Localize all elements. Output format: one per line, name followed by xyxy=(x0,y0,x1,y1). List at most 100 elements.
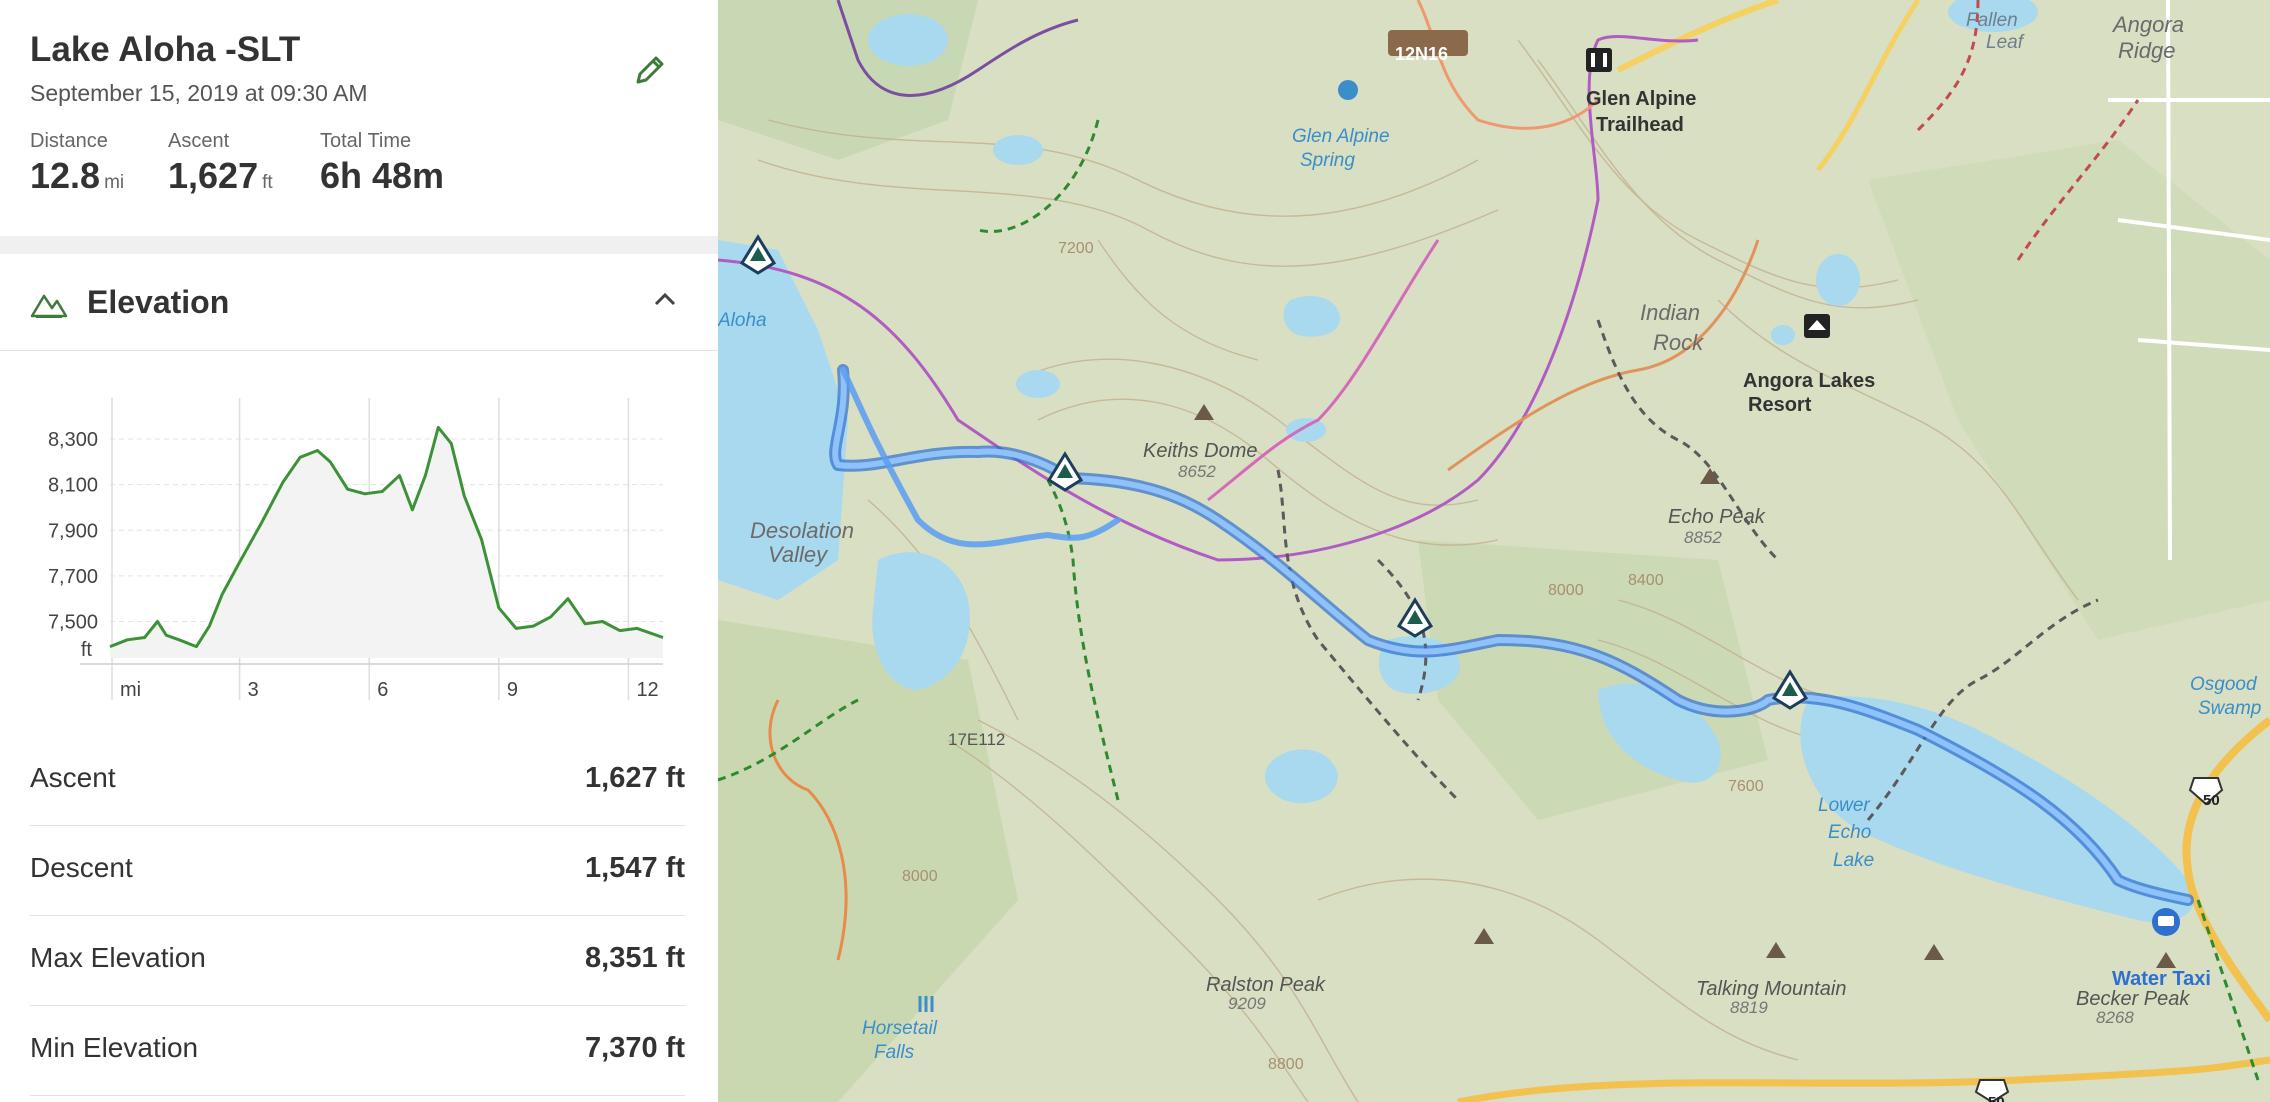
water-label: Lake xyxy=(1833,850,1875,871)
y-tick-label: 8,300 xyxy=(48,429,98,451)
stat-label: Total Time xyxy=(320,130,412,152)
activity-title: Lake Aloha -SLT xyxy=(30,30,301,69)
place-label: 8852 xyxy=(1684,528,1722,547)
stat-value: 6h 48m xyxy=(320,155,445,196)
place-label: 8652 xyxy=(1178,462,1216,481)
stat-label: Distance xyxy=(30,130,108,152)
place-label: Glen Alpine xyxy=(1586,88,1697,110)
stat-value: 12.8 xyxy=(30,155,101,196)
place-label: Rock xyxy=(1653,330,1704,355)
water-label: Spring xyxy=(1300,150,1355,171)
y-tick-label: 8,100 xyxy=(48,475,98,497)
resort-icon xyxy=(1804,314,1830,338)
edit-button[interactable] xyxy=(630,50,670,90)
y-tick-label: 7,700 xyxy=(48,566,98,588)
water-taxi-icon xyxy=(2152,908,2180,936)
water-label: Aloha xyxy=(718,310,767,331)
route-shield-label: 12N16 xyxy=(1395,44,1449,64)
summary-value: 1,627 ft xyxy=(585,762,685,794)
contour-label: 8800 xyxy=(1268,1056,1304,1073)
place-label: Desolation xyxy=(750,518,854,543)
peak-label: Talking Mountain xyxy=(1696,978,1847,1000)
summary-label: Descent xyxy=(30,852,133,883)
place-label: Ridge xyxy=(2118,38,2176,63)
peak-label: Keiths Dome xyxy=(1143,440,1258,462)
place-label: 8268 xyxy=(2096,1008,2134,1027)
summary-row-ascent: Ascent 1,627 ft xyxy=(30,736,685,826)
lake xyxy=(1771,325,1795,345)
lake xyxy=(868,14,948,66)
contour-label: 7200 xyxy=(1058,240,1094,257)
y-tick-label: 7,500 xyxy=(48,612,98,634)
water-label: Falls xyxy=(874,1042,915,1063)
topo-map[interactable]: Fallen Leaf Angora Ridge 12N16 Glen Alpine Spr… xyxy=(718,0,2270,1102)
route-shield-label: 50 xyxy=(2203,792,2220,809)
lake xyxy=(742,461,770,479)
contour-label: 8000 xyxy=(1548,582,1584,599)
place-label: Trailhead xyxy=(1596,114,1684,136)
x-tick-label: 6 xyxy=(377,679,388,701)
water-label: Osgood xyxy=(2190,674,2257,695)
lake xyxy=(993,135,1043,165)
summary-label: Min Elevation xyxy=(30,1032,199,1063)
place-label: Leaf xyxy=(1986,32,2023,53)
contour-label: 8400 xyxy=(1628,572,1664,589)
stat-label: Ascent xyxy=(168,130,230,152)
water-label: Glen Alpine xyxy=(1292,126,1390,147)
summary-row-descent: Descent 1,547 ft xyxy=(30,826,685,916)
x-tick-label: mi xyxy=(120,679,141,701)
y-tick-label: 7,900 xyxy=(48,520,98,542)
water-label: Horsetail xyxy=(862,1018,937,1039)
water-label: Swamp xyxy=(2198,698,2262,719)
route-shield-label: 50 xyxy=(1988,1094,2005,1102)
summary-value: 1,547 ft xyxy=(585,852,685,884)
activity-sidebar: Lake Aloha -SLT September 15, 2019 at 09… xyxy=(0,0,719,1102)
chevron-up-icon[interactable] xyxy=(652,286,678,312)
place-label: Indian xyxy=(1640,300,1700,325)
lake xyxy=(1016,370,1060,398)
section-title: Elevation xyxy=(87,284,230,320)
trailhead-icon xyxy=(1586,48,1612,72)
x-tick-label: 3 xyxy=(248,679,259,701)
stat-unit: mi xyxy=(104,172,125,193)
x-tick-label: 12 xyxy=(636,679,658,701)
stat-distance: Distance 12.8 mi xyxy=(30,130,124,197)
peak-label: Echo Peak xyxy=(1668,506,1765,528)
place-label: 8819 xyxy=(1730,998,1768,1017)
summary-row-min-elevation: Min Elevation 7,370 ft xyxy=(30,1006,685,1096)
elevation-chart: 8,300 8,100 7,900 7,700 7,500 mi 3 6 9 12 ft xyxy=(48,398,664,701)
place-label: Valley xyxy=(768,542,828,567)
place-label: Resort xyxy=(1748,394,1812,416)
stat-total-time: Total Time 6h 48m xyxy=(320,130,448,197)
section-divider xyxy=(0,236,718,254)
summary-value: 8,351 ft xyxy=(585,942,685,974)
elevation-section-header[interactable]: Elevation xyxy=(0,254,718,351)
mountain-icon xyxy=(30,294,68,318)
water-label: Echo xyxy=(1828,822,1872,843)
spring-icon xyxy=(1338,80,1358,100)
summary-label: Max Elevation xyxy=(30,942,206,973)
y-unit-label: ft xyxy=(81,639,93,661)
activity-header: Lake Aloha -SLT September 15, 2019 at 09… xyxy=(0,0,718,236)
summary-row-max-elevation: Max Elevation 8,351 ft xyxy=(30,916,685,1006)
lake xyxy=(1286,418,1326,442)
summary-value: 7,370 ft xyxy=(585,1032,685,1064)
pencil-icon xyxy=(636,56,664,84)
stat-value: 1,627 xyxy=(168,155,259,196)
place-label: Angora xyxy=(2113,12,2184,37)
place-label: 9209 xyxy=(1228,994,1266,1013)
contour-label: 8000 xyxy=(902,868,938,885)
water-label: Lower xyxy=(1818,795,1870,816)
elevation-area xyxy=(110,427,663,658)
x-tick-label: 9 xyxy=(507,679,518,701)
summary-label: Ascent xyxy=(30,762,116,793)
place-label: Angora Lakes xyxy=(1743,370,1876,392)
activity-date: September 15, 2019 at 09:30 AM xyxy=(30,80,368,106)
poi-label: Water Taxi xyxy=(2112,968,2211,990)
map-canvas[interactable] xyxy=(718,0,2270,1102)
stat-unit: ft xyxy=(262,172,273,193)
place-label: Fallen xyxy=(1966,10,2018,31)
contour-label: 7600 xyxy=(1728,778,1764,795)
place-label: 17E112 xyxy=(948,730,1006,749)
stat-ascent: Ascent 1,627 ft xyxy=(168,130,273,197)
